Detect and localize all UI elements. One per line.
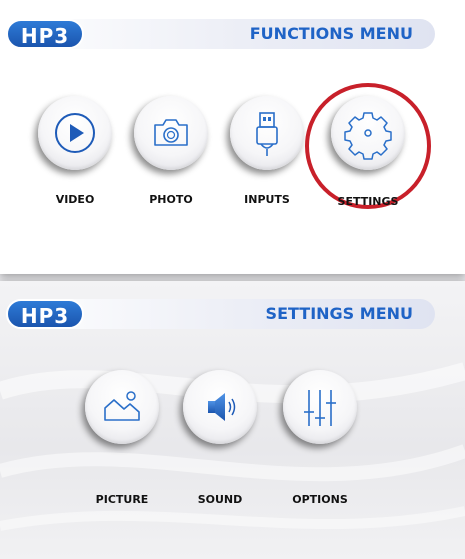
photo-button[interactable] [134,96,208,170]
usb-plug-icon [256,112,278,156]
settings-button[interactable] [331,96,405,170]
camera-icon [154,119,188,146]
options-button[interactable] [283,370,357,444]
page-title: SETTINGS MENU [265,304,413,323]
page-title: FUNCTIONS MENU [249,24,413,43]
sliders-icon [304,390,336,426]
photo-label: PHOTO [149,193,193,206]
settings-menu-panel: HP3 SETTINGS MENU PICTURE SOUND OPTIONS [0,281,465,559]
speaker-icon [208,393,236,421]
hp3-logo: HP3 [6,299,84,329]
sound-label: SOUND [197,493,243,506]
sound-button[interactable] [183,370,257,444]
functions-menu-panel: HP3 FUNCTIONS MENU VIDEO PHOTO INPUTS SE… [0,0,465,274]
gear-icon [344,112,392,160]
options-label: OPTIONS [292,493,348,506]
settings-menu-header: HP3 SETTINGS MENU [6,299,435,329]
picture-button[interactable] [85,370,159,444]
video-label: VIDEO [55,193,95,206]
inputs-button[interactable] [230,96,304,170]
functions-menu-header: HP3 FUNCTIONS MENU [6,19,435,49]
hp3-logo: HP3 [6,19,84,49]
video-button[interactable] [38,96,112,170]
picture-label: PICTURE [95,493,149,506]
picture-icon [104,391,140,421]
inputs-label: INPUTS [244,193,290,206]
play-icon [55,113,95,153]
settings-label: SETTINGS [337,195,399,208]
